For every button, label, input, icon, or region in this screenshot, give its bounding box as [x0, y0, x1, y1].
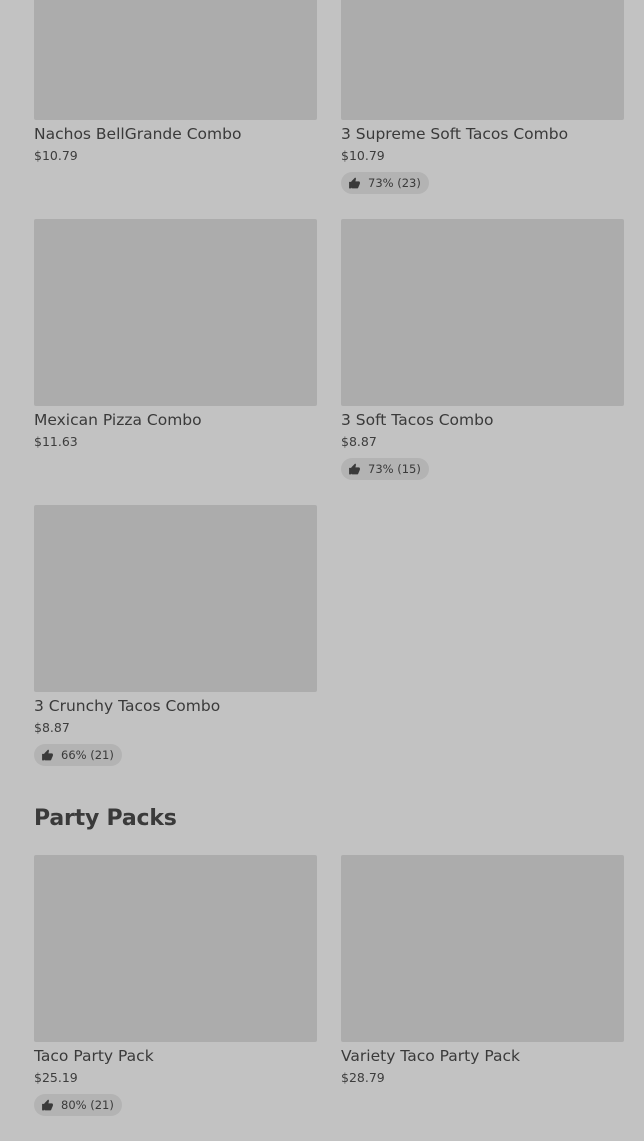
- item-name: Taco Party Pack: [34, 1047, 154, 1065]
- menu-page: Nachos BellGrande Combo $10.79 3 Supreme…: [0, 0, 644, 1141]
- item-price: $11.63: [34, 434, 78, 449]
- thumbs-up-icon: [349, 177, 360, 188]
- menu-item-card[interactable]: Nachos BellGrande Combo $10.79: [34, 0, 317, 164]
- menu-item-card[interactable]: 3 Soft Tacos Combo $8.87 73% (15): [341, 219, 624, 480]
- thumbs-up-icon: [349, 463, 360, 474]
- section-title-party-packs: Party Packs: [34, 806, 177, 831]
- item-price: $8.87: [341, 434, 377, 449]
- thumbs-up-icon: [42, 749, 53, 760]
- item-name: 3 Supreme Soft Tacos Combo: [341, 125, 569, 143]
- rating-badge: 80% (21): [34, 1094, 122, 1116]
- item-image[interactable]: [341, 219, 624, 406]
- item-image[interactable]: [341, 855, 624, 1042]
- item-price: $28.79: [341, 1070, 385, 1085]
- item-name: 3 Soft Tacos Combo: [341, 411, 494, 429]
- menu-item-card[interactable]: Mexican Pizza Combo $11.63: [34, 219, 317, 450]
- item-price: $25.19: [34, 1070, 78, 1085]
- rating-text: 73% (23): [368, 176, 421, 190]
- item-price: $10.79: [341, 148, 385, 163]
- item-image[interactable]: [34, 505, 317, 692]
- menu-item-card[interactable]: Taco Party Pack $25.19 80% (21): [34, 855, 317, 1116]
- menu-item-card[interactable]: 3 Crunchy Tacos Combo $8.87 66% (21): [34, 505, 317, 766]
- item-name: 3 Crunchy Tacos Combo: [34, 697, 221, 715]
- item-price: $8.87: [34, 720, 70, 735]
- menu-item-card[interactable]: Variety Taco Party Pack $28.79: [341, 855, 624, 1086]
- item-image[interactable]: [341, 0, 624, 120]
- item-name: Variety Taco Party Pack: [341, 1047, 520, 1065]
- item-image[interactable]: [34, 0, 317, 120]
- item-name: Nachos BellGrande Combo: [34, 125, 242, 143]
- rating-badge: 73% (15): [341, 458, 429, 480]
- rating-text: 66% (21): [61, 748, 114, 762]
- item-name: Mexican Pizza Combo: [34, 411, 202, 429]
- rating-text: 73% (15): [368, 462, 421, 476]
- rating-badge: 66% (21): [34, 744, 122, 766]
- item-image[interactable]: [34, 219, 317, 406]
- item-image[interactable]: [34, 855, 317, 1042]
- rating-text: 80% (21): [61, 1098, 114, 1112]
- menu-item-card[interactable]: 3 Supreme Soft Tacos Combo $10.79 73% (2…: [341, 0, 624, 194]
- thumbs-up-icon: [42, 1099, 53, 1110]
- rating-badge: 73% (23): [341, 172, 429, 194]
- item-price: $10.79: [34, 148, 78, 163]
